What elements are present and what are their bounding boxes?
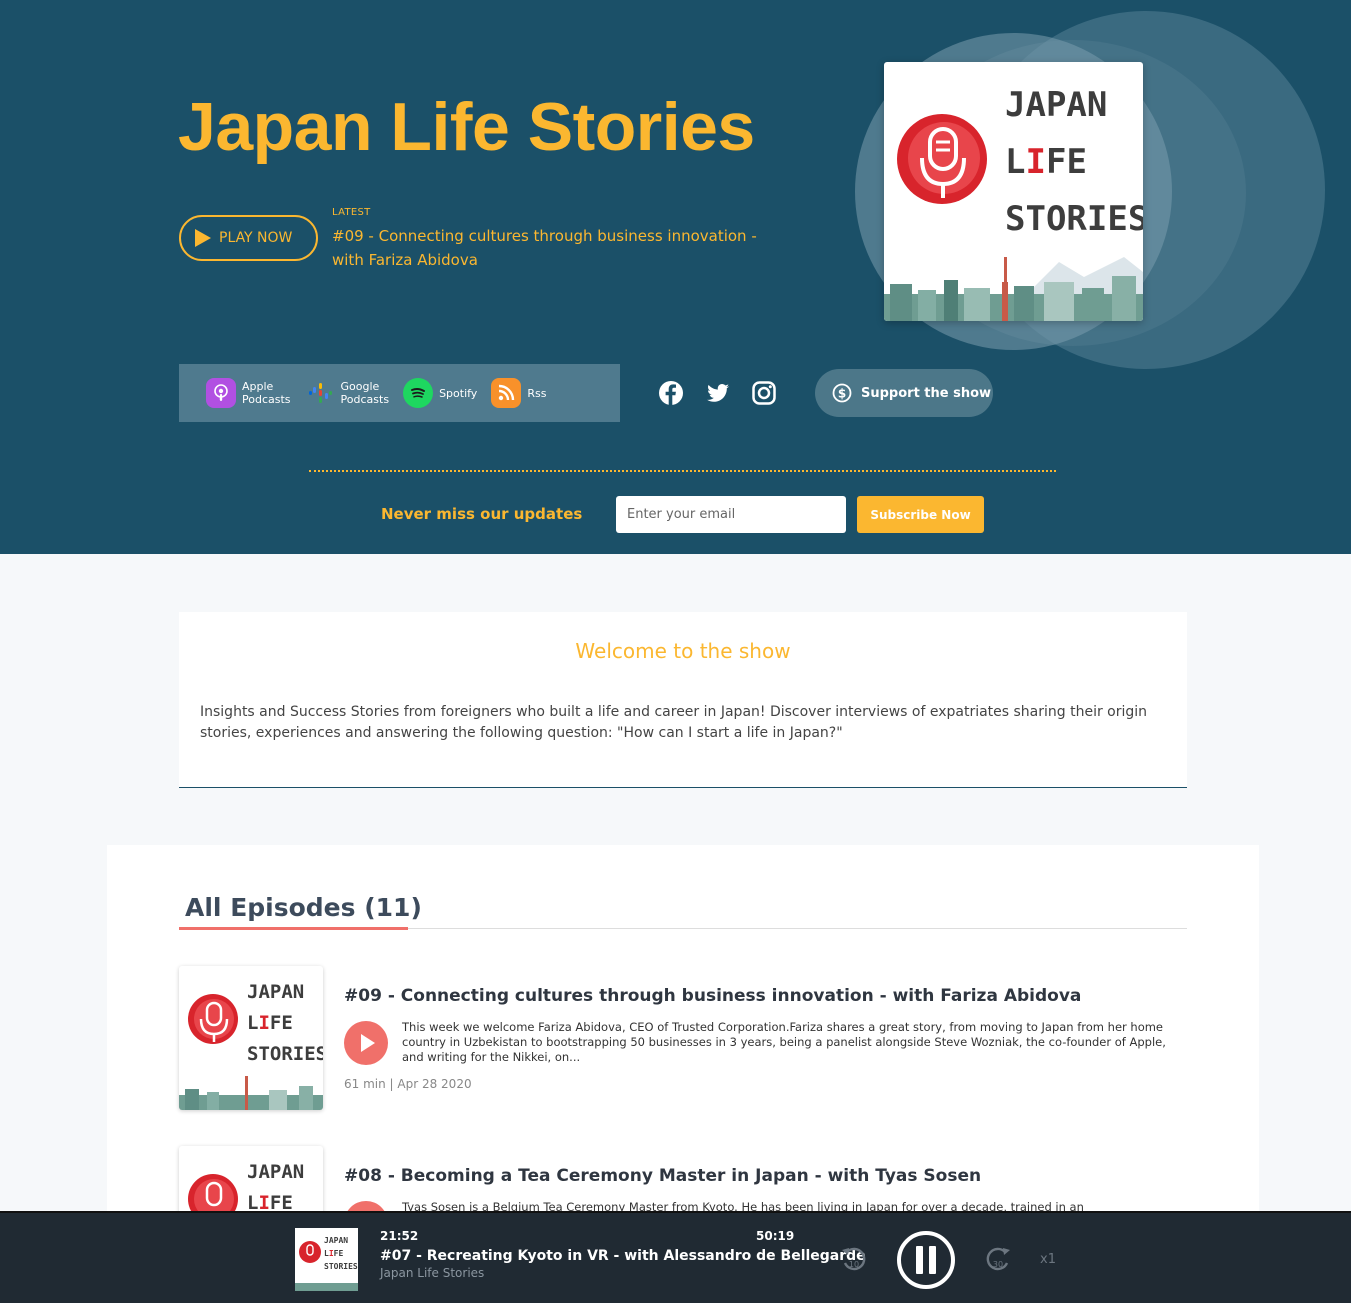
platform-spotify[interactable]: Spotify	[403, 378, 477, 408]
cover-illustration: JAPAN LIFE STORIES	[295, 1236, 358, 1291]
welcome-description: Insights and Success Stories from foreig…	[200, 704, 1148, 741]
instagram-icon[interactable]	[751, 380, 777, 406]
subscribe-button[interactable]: Subscribe Now	[857, 496, 984, 533]
cover-illustration: JAPAN LIFE STORIES	[179, 981, 323, 1110]
svg-text:STORIES: STORIES	[324, 1262, 358, 1271]
svg-text:JAPAN: JAPAN	[324, 1236, 348, 1245]
listen-on-platforms: Apple Podcasts Google Podcasts Spotify Rss	[179, 364, 620, 422]
episode-play-button[interactable]	[344, 1021, 388, 1065]
play-icon	[195, 229, 211, 247]
facebook-icon[interactable]	[658, 380, 684, 406]
forward-30-icon[interactable]: 30	[982, 1243, 1014, 1275]
support-the-show-button[interactable]: $ Support the show	[815, 369, 993, 417]
svg-text:LIFE: LIFE	[324, 1249, 343, 1258]
play-now-label: PLAY NOW	[219, 230, 293, 246]
welcome-title: Welcome to the show	[575, 639, 791, 663]
platform-label: Apple Podcasts	[242, 380, 291, 406]
platform-label: Google Podcasts	[340, 380, 390, 406]
spotify-icon	[403, 378, 434, 408]
latest-episode-title[interactable]: #09 - Connecting cultures through busine…	[332, 224, 792, 272]
now-playing-title: #07 - Recreating Kyoto in VR - with Ales…	[380, 1248, 866, 1264]
now-playing-show: Japan Life Stories	[380, 1266, 485, 1280]
google-podcasts-icon	[305, 378, 335, 408]
email-input[interactable]	[616, 496, 846, 533]
podcast-cover-art: JAPAN LIFE STORIES	[884, 62, 1143, 321]
svg-text:JAPAN: JAPAN	[247, 1161, 304, 1183]
play-icon	[361, 1034, 375, 1052]
show-title: Japan Life Stories	[178, 89, 755, 165]
cover-text: JAPAN	[1005, 85, 1108, 125]
svg-text:10: 10	[849, 1260, 859, 1269]
platform-label: Rss	[527, 386, 547, 400]
playback-speed[interactable]: x1	[1040, 1252, 1056, 1267]
platform-label: Spotify	[439, 386, 478, 400]
platform-rss[interactable]: Rss	[491, 378, 546, 408]
current-time: 21:52	[380, 1229, 419, 1243]
rewind-10-icon[interactable]: 10	[838, 1243, 870, 1275]
svg-text:LIFE: LIFE	[247, 1012, 293, 1034]
hero-banner: Japan Life Stories PLAY NOW LATEST #09 -…	[0, 0, 1351, 554]
rss-icon	[491, 378, 522, 408]
pause-button[interactable]	[895, 1229, 957, 1291]
player-cover-thumbnail: JAPAN LIFE STORIES	[295, 1228, 358, 1291]
episodes-heading: All Episodes (11)	[185, 893, 422, 922]
duration: 50:19	[756, 1229, 795, 1243]
dollar-icon: $	[832, 383, 852, 403]
welcome-card: Welcome to the show Insights and Success…	[179, 612, 1187, 788]
apple-podcasts-icon	[206, 378, 236, 408]
divider	[309, 470, 1056, 472]
newsletter-heading: Never miss our updates	[381, 505, 583, 523]
latest-label: LATEST	[332, 207, 371, 218]
episode-thumbnail[interactable]: JAPAN LIFE STORIES	[179, 966, 323, 1110]
svg-text:STORIES: STORIES	[247, 1043, 323, 1065]
heading-underline	[179, 927, 408, 930]
svg-text:$: $	[838, 387, 846, 401]
svg-text:30: 30	[993, 1260, 1003, 1269]
episode-title[interactable]: #08 - Becoming a Tea Ceremony Master in …	[344, 1166, 981, 1186]
cover-text: LIFE	[1005, 142, 1087, 182]
platform-apple-podcasts[interactable]: Apple Podcasts	[206, 378, 291, 408]
episode-title[interactable]: #09 - Connecting cultures through busine…	[344, 986, 1081, 1006]
play-now-button[interactable]: PLAY NOW	[179, 215, 318, 261]
platform-google-podcasts[interactable]: Google Podcasts	[305, 378, 390, 408]
twitter-icon[interactable]	[705, 380, 731, 406]
svg-text:JAPAN: JAPAN	[247, 981, 304, 1003]
support-label: Support the show	[861, 385, 992, 401]
episode-meta: 61 min | Apr 28 2020	[344, 1077, 472, 1091]
audio-player-bar: JAPAN LIFE STORIES 21:52 50:19 #07 - Rec…	[0, 1211, 1351, 1303]
cover-text: STORIES	[1005, 199, 1143, 239]
episode-description: This week we welcome Fariza Abidova, CEO…	[402, 1020, 1166, 1064]
